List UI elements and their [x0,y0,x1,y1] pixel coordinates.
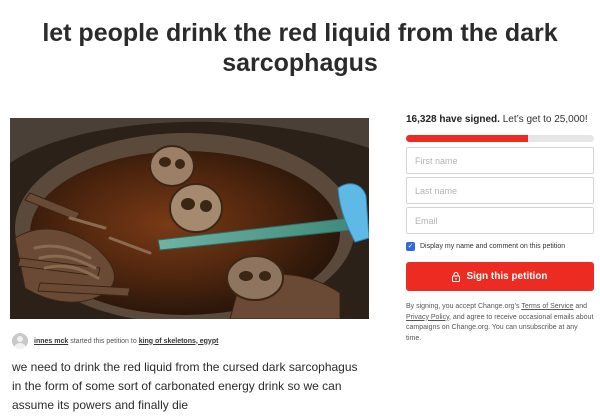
legal-and: and [573,303,588,310]
signature-progress-fill [406,135,529,142]
display-name-checkbox[interactable]: ✓ [406,242,415,251]
email-field[interactable] [406,207,594,234]
photo-illustration [10,118,369,319]
terms-of-service-link[interactable]: Terms of Service [521,303,573,310]
lock-icon [452,271,461,282]
petition-starter: innes mck started this petition to king … [12,332,218,350]
starter-line: innes mck started this petition to king … [34,338,218,345]
display-name-consent: ✓ Display my name and comment on this pe… [406,242,594,251]
signature-count: 16,328 have signed. Let’s get to 25,000! [406,113,594,127]
avatar[interactable] [12,333,28,349]
legal-prefix: By signing, you accept Change.org’s [406,303,522,310]
first-name-field[interactable] [406,147,594,174]
signature-panel: 16,328 have signed. Let’s get to 25,000!… [406,113,594,344]
legal-notice: By signing, you accept Change.org’s Term… [406,302,594,344]
starter-action-text: started this petition to [68,337,139,345]
signature-progress-bar [406,135,594,142]
petition-target-link[interactable]: king of skeletons, egypt [139,338,219,345]
last-name-field[interactable] [406,177,594,204]
sarcophagus-photo [10,118,369,319]
page-title: let people drink the red liquid from the… [42,19,558,77]
signed-count: 16,328 have signed. [406,114,500,125]
petition-description: we need to drink the red liquid from the… [12,360,358,412]
privacy-policy-link[interactable]: Privacy Policy [406,314,449,321]
sign-petition-button[interactable]: Sign this petition [406,262,594,291]
signature-goal: Let’s get to 25,000! [499,114,588,125]
starter-name-link[interactable]: innes mck [34,338,68,345]
consent-label: Display my name and comment on this peti… [420,243,566,250]
sign-petition-label: Sign this petition [466,271,548,282]
